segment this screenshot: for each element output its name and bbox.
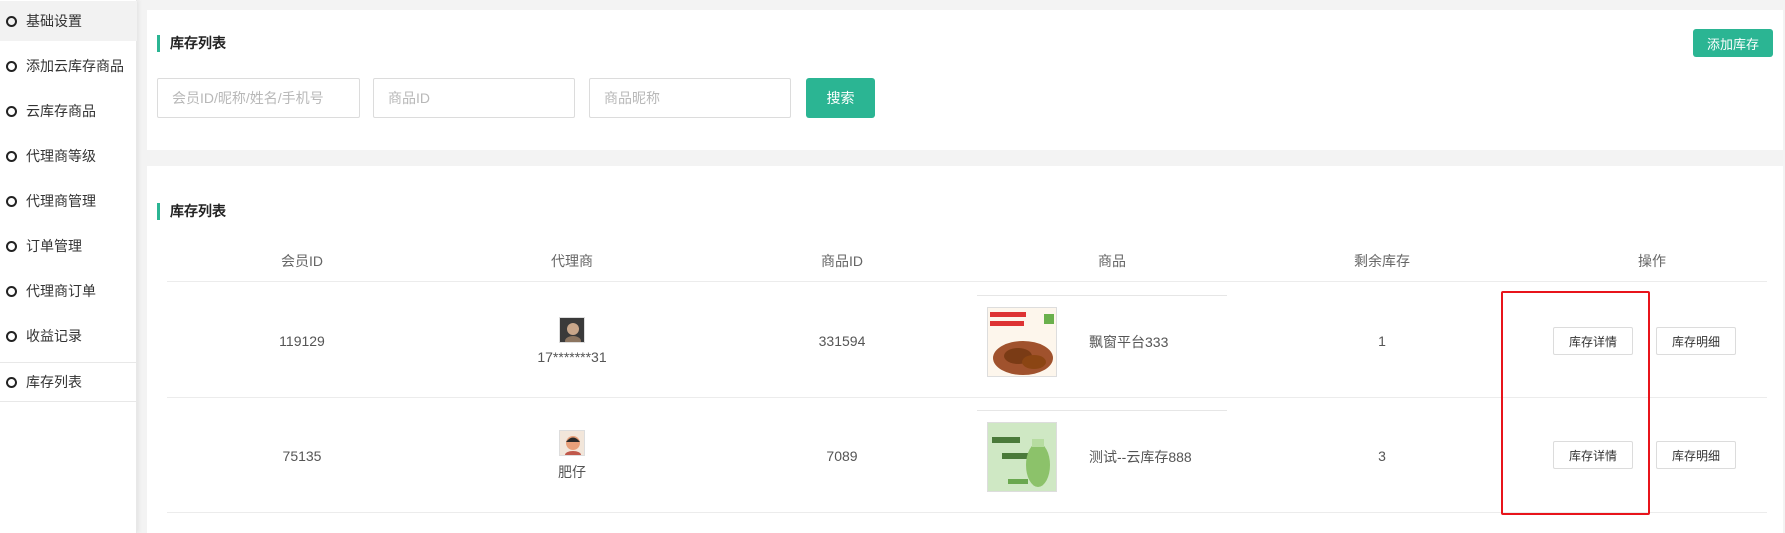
product-name: 飘窗平台333 xyxy=(1089,333,1169,350)
panel-title: 库存列表 xyxy=(157,35,226,52)
sidebar-item-label: 代理商管理 xyxy=(26,193,96,209)
product-id-input[interactable] xyxy=(373,78,575,118)
column-header-remaining-stock: 剩余库存 xyxy=(1354,253,1410,269)
sidebar-item-label: 库存列表 xyxy=(26,374,82,390)
sidebar-item-label: 代理商等级 xyxy=(26,148,96,164)
product-thumbnail xyxy=(987,306,1057,377)
member-id-cell: 119129 xyxy=(279,332,325,349)
agent-name: 肥仔 xyxy=(558,463,586,480)
sidebar-item-label: 添加云库存商品 xyxy=(26,58,124,74)
sidebar: 基础设置 添加云库存商品 云库存商品 代理商等级 代理商管理 订单管理 代理商订… xyxy=(0,0,137,533)
circle-icon xyxy=(6,240,17,252)
product-cell: 测试--云库存888 xyxy=(977,398,1247,513)
avatar xyxy=(559,429,585,456)
circle-icon xyxy=(6,376,17,388)
sidebar-item-label: 基础设置 xyxy=(26,13,82,29)
avatar xyxy=(559,316,585,343)
circle-icon xyxy=(6,285,17,297)
sidebar-item-agent-management[interactable]: 代理商管理 xyxy=(0,181,137,221)
column-header-product: 商品 xyxy=(1098,253,1126,269)
search-panel: 库存列表 添加库存 搜索 xyxy=(147,10,1783,150)
column-header-member-id: 会员ID xyxy=(281,253,323,269)
remaining-stock-cell: 3 xyxy=(1378,447,1386,464)
product-info: 测试--云库存888 xyxy=(977,410,1227,502)
stock-ledger-button[interactable]: 库存明细 xyxy=(1656,327,1736,355)
column-header-product-id: 商品ID xyxy=(821,253,863,269)
sidebar-item-add-cloud-product[interactable]: 添加云库存商品 xyxy=(0,46,137,86)
highlight-box xyxy=(1501,291,1650,515)
circle-icon xyxy=(6,15,17,27)
product-name-input[interactable] xyxy=(589,78,791,118)
remaining-stock-cell: 1 xyxy=(1378,332,1386,349)
product-id-cell: 331594 xyxy=(818,332,866,349)
product-thumbnail xyxy=(987,421,1057,492)
column-header-actions: 操作 xyxy=(1638,253,1666,269)
circle-icon xyxy=(6,60,17,72)
product-info: 飘窗平台333 xyxy=(977,295,1227,387)
column-header-agent: 代理商 xyxy=(551,253,593,269)
stock-ledger-button[interactable]: 库存明细 xyxy=(1656,441,1736,469)
sidebar-item-agent-levels[interactable]: 代理商等级 xyxy=(0,136,137,176)
sidebar-item-stock-list[interactable]: 库存列表 xyxy=(0,362,137,402)
sidebar-item-label: 云库存商品 xyxy=(26,103,96,119)
sidebar-item-earnings[interactable]: 收益记录 xyxy=(0,316,137,356)
member-search-input[interactable] xyxy=(157,78,360,118)
sidebar-item-label: 收益记录 xyxy=(26,328,82,344)
product-cell: 飘窗平台333 xyxy=(977,283,1247,398)
agent-name: 17*******31 xyxy=(537,348,607,365)
sidebar-item-basic-settings[interactable]: 基础设置 xyxy=(0,1,137,41)
sidebar-item-order-management[interactable]: 订单管理 xyxy=(0,226,137,266)
circle-icon xyxy=(6,330,17,342)
circle-icon xyxy=(6,105,17,117)
sidebar-item-label: 订单管理 xyxy=(26,238,82,254)
member-id-cell: 75135 xyxy=(282,447,322,464)
add-stock-button[interactable]: 添加库存 xyxy=(1693,29,1773,57)
product-name: 测试--云库存888 xyxy=(1089,448,1192,465)
table-header: 会员ID 代理商 商品ID 商品 剩余库存 操作 xyxy=(167,240,1767,282)
product-id-cell: 7089 xyxy=(826,447,858,464)
panel-title: 库存列表 xyxy=(157,203,226,220)
agent-cell: 肥仔 xyxy=(437,398,707,513)
circle-icon xyxy=(6,195,17,207)
agent-cell: 17*******31 xyxy=(437,283,707,398)
search-button[interactable]: 搜索 xyxy=(806,78,875,118)
sidebar-item-label: 代理商订单 xyxy=(26,283,96,299)
circle-icon xyxy=(6,150,17,162)
sidebar-item-cloud-products[interactable]: 云库存商品 xyxy=(0,91,137,131)
sidebar-item-agent-orders[interactable]: 代理商订单 xyxy=(0,271,137,311)
